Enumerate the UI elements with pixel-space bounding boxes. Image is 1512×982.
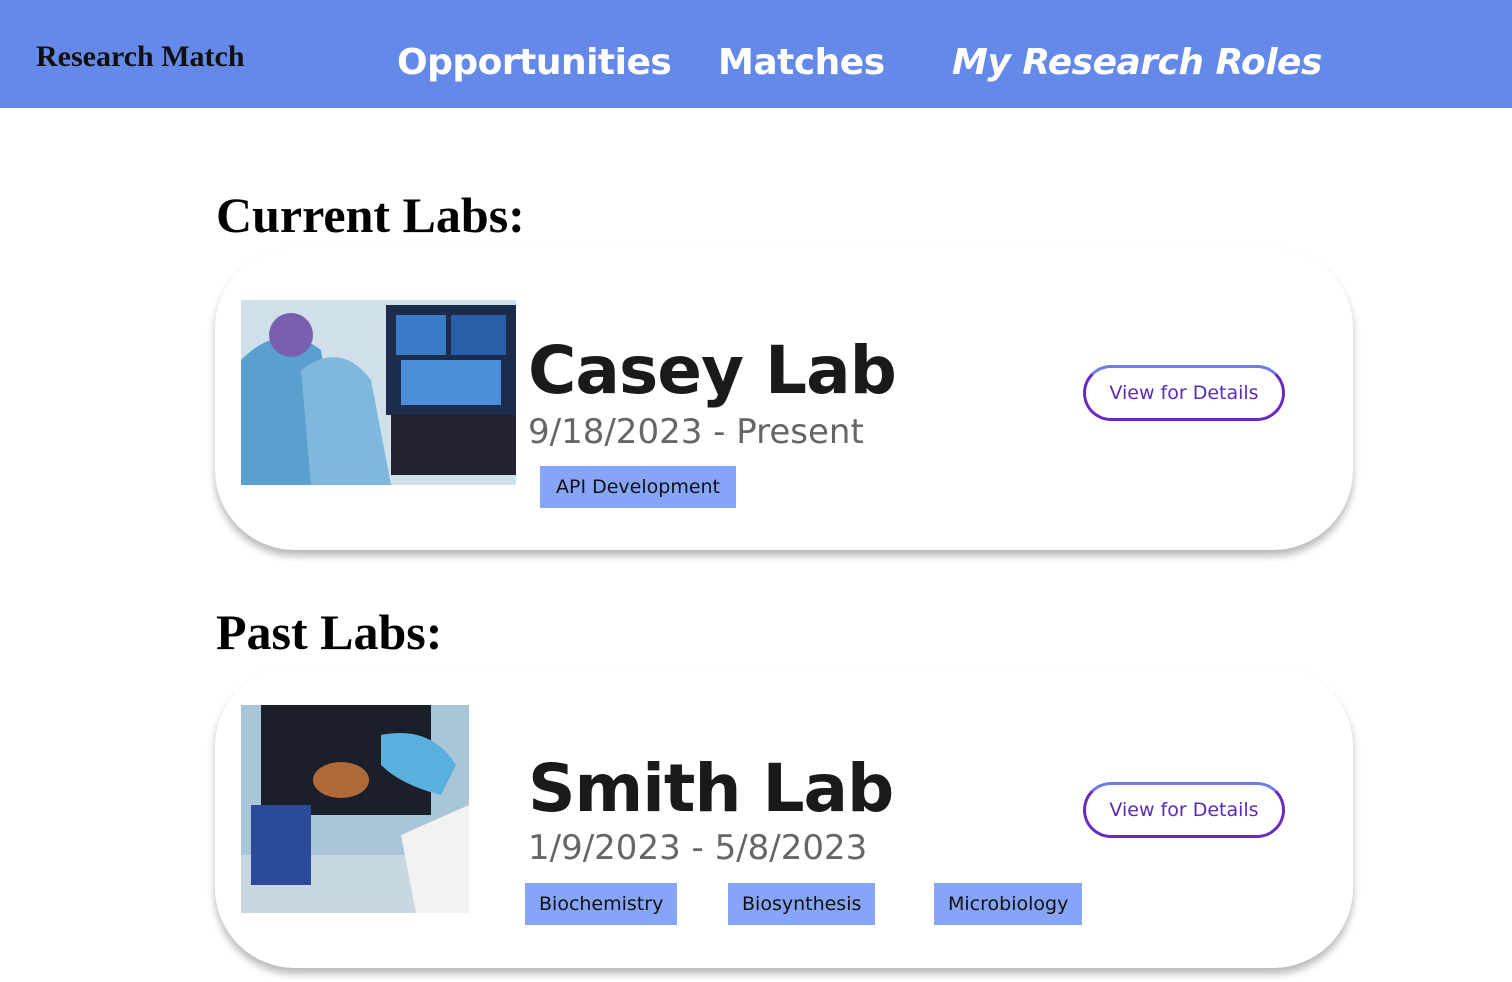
lab-dates: 9/18/2023 - Present bbox=[528, 412, 864, 452]
top-nav: Research Match Opportunities Matches My … bbox=[0, 0, 1512, 108]
lab-dates: 1/9/2023 - 5/8/2023 bbox=[528, 828, 868, 868]
nav-my-research-roles[interactable]: My Research Roles bbox=[952, 42, 1322, 83]
brand-logo[interactable]: Research Match bbox=[36, 40, 245, 74]
view-details-button[interactable]: View for Details bbox=[1083, 782, 1285, 838]
nav-opportunities[interactable]: Opportunities bbox=[397, 42, 672, 83]
lab-name: Smith Lab bbox=[528, 750, 894, 827]
view-details-button[interactable]: View for Details bbox=[1083, 365, 1285, 421]
tag: Biochemistry bbox=[525, 883, 678, 925]
tag: API Development bbox=[540, 466, 737, 508]
lab-card-casey: Casey Lab 9/18/2023 - Present API Develo… bbox=[215, 248, 1353, 550]
lab-image-medical bbox=[241, 300, 516, 485]
tag: Microbiology bbox=[934, 883, 1083, 925]
nav-matches[interactable]: Matches bbox=[718, 42, 885, 83]
lab-card-smith: Smith Lab 1/9/2023 - 5/8/2023 Biochemist… bbox=[215, 666, 1353, 968]
tag: Biosynthesis bbox=[728, 883, 876, 925]
lab-image-petri bbox=[241, 705, 469, 913]
current-labs-heading: Current Labs: bbox=[216, 187, 525, 243]
past-labs-heading: Past Labs: bbox=[216, 604, 443, 660]
lab-name: Casey Lab bbox=[528, 332, 897, 409]
